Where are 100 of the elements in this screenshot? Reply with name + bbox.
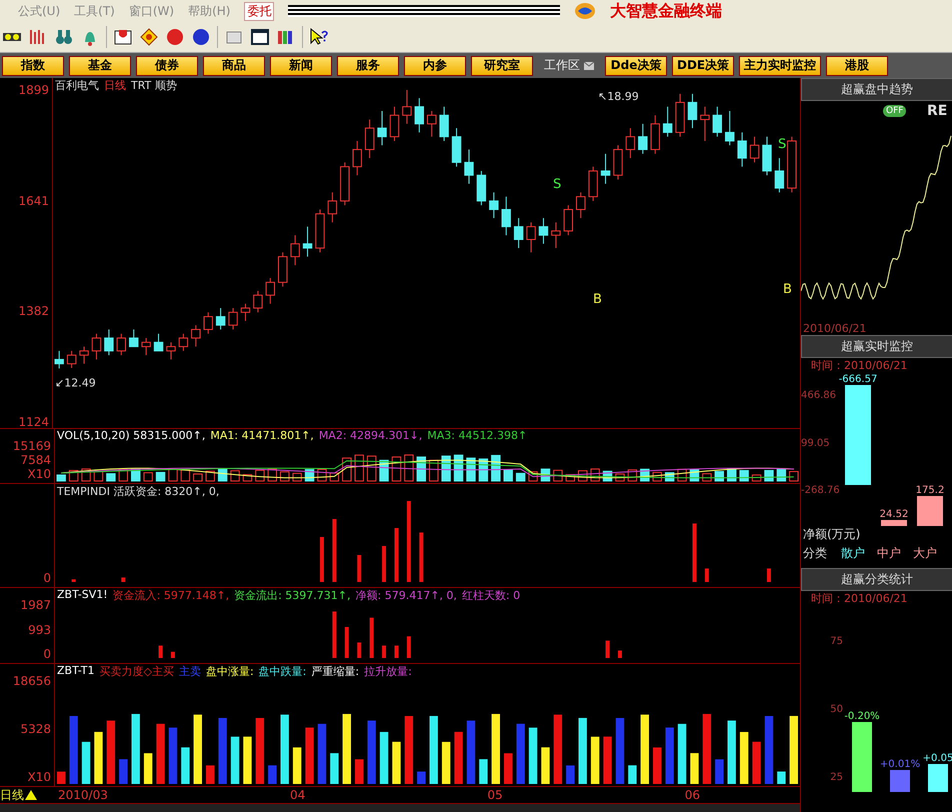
candlestick	[564, 204, 573, 236]
nav-button[interactable]: 研究室	[471, 56, 533, 76]
bar-value: 24.52	[880, 509, 908, 520]
candlestick	[414, 98, 424, 133]
price-axis-label: 1899	[18, 82, 49, 97]
legend-text: 主卖	[178, 664, 201, 679]
help-pointer-icon[interactable]	[309, 27, 329, 47]
stock-name: 百利电气	[55, 78, 99, 93]
signal-mark: B	[593, 292, 602, 307]
candlestick	[154, 333, 164, 352]
legend-text: 盘中涨量:	[206, 664, 254, 679]
unit-label: 净额(万元)	[802, 526, 862, 543]
candlestick	[662, 106, 672, 138]
candlestick	[439, 106, 449, 142]
candlestick	[774, 158, 784, 193]
nav-button[interactable]: 商品	[203, 56, 265, 76]
period-label[interactable]: 日线	[0, 786, 53, 804]
low-price-label: ↙12.49	[55, 376, 96, 390]
legend-text: MA2: 42894.301↓,	[318, 429, 422, 442]
force-axis-label: 18656	[12, 674, 51, 688]
nav-button[interactable]: 主力实时监控	[739, 56, 822, 76]
flow-axis-label: 993	[28, 622, 51, 636]
nav-button[interactable]: 新闻	[270, 56, 332, 76]
force-axis-label: 5328	[20, 722, 51, 736]
date-label: 04	[290, 788, 306, 802]
time-label: 时间：2010/06/21	[810, 591, 908, 607]
candlestick	[551, 222, 561, 249]
nav-button[interactable]: DDE决策	[672, 56, 734, 76]
candlestick	[364, 119, 374, 159]
candlestick	[228, 308, 238, 330]
bar	[890, 770, 910, 792]
candlestick	[92, 333, 102, 360]
candlestick	[600, 153, 610, 184]
candlestick	[725, 110, 734, 146]
legend-text: VOL(5,10,20) 58315.000↑,	[57, 429, 206, 442]
workspace-label: 工作区	[544, 57, 580, 74]
legend-text: MA3: 44512.398↑	[427, 429, 528, 442]
candlestick	[352, 140, 362, 176]
axis-label: -268.76	[801, 485, 841, 496]
nav-button[interactable]: 债券	[136, 56, 198, 76]
legend-text: 资金流出: 5397.731↑,	[234, 588, 350, 603]
triangle-icon	[25, 790, 37, 800]
ball-icon[interactable]	[165, 27, 185, 47]
nav-button[interactable]: Dde决策	[605, 56, 667, 76]
candlestick	[54, 350, 64, 369]
force-axis-label: X10	[28, 770, 51, 784]
period-label: 日线	[104, 78, 126, 93]
volume-axis-label: 15169	[12, 439, 51, 453]
nav-button[interactable]: 基金	[69, 56, 131, 76]
axis-label: 50	[830, 704, 843, 715]
candlestick	[514, 218, 524, 249]
volume-axis-label: X10	[28, 467, 51, 481]
candlestick	[328, 192, 338, 223]
window-icon[interactable]	[250, 27, 270, 47]
candlestick	[402, 89, 412, 124]
category-label: 散户	[841, 545, 865, 562]
legend-text: 盘中跌量:	[258, 664, 306, 679]
axis-label: 466.86	[801, 390, 837, 401]
category-axis-label: 分类	[803, 545, 827, 562]
candlestick	[129, 328, 138, 348]
category-label: 中户	[877, 545, 901, 562]
bar-value: 175.2	[916, 485, 944, 496]
signal-mark: B	[783, 282, 792, 297]
candlestick	[302, 226, 312, 258]
funds-axis-label: 0	[43, 571, 51, 585]
axis-label: 75	[830, 636, 843, 647]
candlestick	[216, 308, 226, 330]
date-label: 05	[487, 788, 503, 802]
bar	[881, 520, 907, 526]
bar	[928, 764, 948, 792]
volume-axis-label: 7584	[20, 453, 51, 467]
date-label: 2010/06/21	[803, 322, 866, 335]
badge-text: RE	[927, 103, 948, 119]
candlestick	[166, 342, 176, 360]
candlestick	[390, 106, 400, 142]
nav-button[interactable]: 港股	[826, 56, 888, 76]
category-label: 大户	[913, 545, 937, 562]
candlestick	[427, 110, 436, 138]
bar	[917, 496, 943, 526]
bar-value: +0.01%	[880, 759, 920, 770]
price-axis-label: 1124	[18, 415, 49, 429]
diamond-icon[interactable]	[139, 27, 159, 47]
binoculars-icon[interactable]	[54, 27, 74, 47]
order-tab[interactable]: 委托	[244, 2, 274, 20]
candlestick	[526, 222, 536, 253]
candlestick	[377, 110, 387, 146]
candlestick	[626, 128, 636, 159]
candlestick	[700, 106, 710, 142]
high-price-label: ↖18.99	[598, 90, 639, 103]
candlestick	[576, 192, 586, 219]
mail-icon[interactable]	[584, 62, 594, 70]
nav-button[interactable]: 服务	[337, 56, 399, 76]
candlestick	[116, 333, 126, 356]
candlestick	[290, 234, 300, 266]
axis-label: 99.05	[801, 438, 831, 448]
nav-button[interactable]: 内参	[404, 56, 466, 76]
candlestick	[204, 312, 213, 334]
nav-button[interactable]: 指数	[2, 56, 64, 76]
candlestick	[538, 218, 548, 244]
candlestick	[191, 324, 200, 348]
